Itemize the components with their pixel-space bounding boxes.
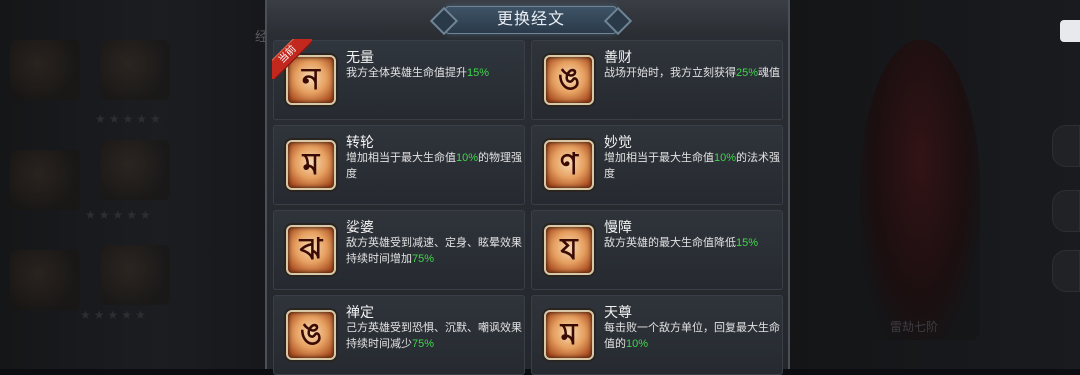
- scripture-name: 慢障: [604, 219, 632, 235]
- scripture-description: 每击败一个敌方单位，回复最大生命值的10%: [604, 320, 782, 352]
- scripture-card-wuliang[interactable]: ন 当前 无量 我方全体英雄生命值提升15%: [272, 39, 525, 120]
- rune-glyph: ণ: [559, 147, 579, 182]
- star-rating: ★★★★★: [80, 308, 149, 322]
- edge-button: [1060, 20, 1080, 42]
- hero-portrait: [100, 245, 170, 305]
- desc-text: 增加相当于最大生命值: [346, 152, 456, 164]
- scripture-card-zhuanlun[interactable]: ম 转轮 增加相当于最大生命值10%的物理强度: [273, 125, 525, 205]
- hero-portrait: [10, 40, 80, 100]
- hero-portrait: [100, 140, 170, 200]
- scripture-description: 敌方英雄的最大生命值降低15%: [604, 235, 782, 251]
- scripture-card-chanding[interactable]: ঙ 禅定 己方英雄受到恐惧、沉默、嘲讽效果持续时间减少75%: [273, 295, 525, 375]
- scripture-name: 转轮: [346, 134, 374, 150]
- scripture-description: 己方英雄受到恐惧、沉默、嘲讽效果持续时间减少75%: [346, 320, 524, 352]
- scripture-card-manzhang[interactable]: য 慢障 敌方英雄的最大生命值降低15%: [531, 210, 783, 290]
- desc-text: 敌方英雄的最大生命值降低: [604, 237, 736, 249]
- star-rating: ★★★★★: [85, 208, 154, 222]
- desc-value: 15%: [736, 237, 759, 249]
- hero-name: 雷劫七阶: [890, 320, 939, 334]
- desc-text: 我方全体英雄生命值提升: [346, 67, 467, 79]
- scripture-icon: ঝ: [286, 225, 336, 275]
- scripture-grid: ন 当前 无量 我方全体英雄生命值提升15% ঙ 善财 战场开始时，我方立刻获得…: [272, 39, 785, 375]
- scripture-description: 增加相当于最大生命值10%的法术强度: [604, 150, 782, 182]
- dialog-header: 更换经文: [267, 0, 788, 36]
- scripture-card-suopo[interactable]: ঝ 娑婆 敌方英雄受到减速、定身、眩晕效果持续时间增加75%: [273, 210, 525, 290]
- desc-value: 10%: [456, 152, 479, 164]
- hero-portrait: [10, 150, 80, 210]
- rune-glyph: ম: [302, 147, 320, 182]
- scripture-name: 妙觉: [604, 134, 632, 150]
- change-scripture-dialog: 更换经文 ন 当前 无量 我方全体英雄生命值提升15% ঙ 善财 战场开始时，我…: [265, 0, 790, 375]
- scripture-description: 战场开始时，我方立刻获得25%魂值: [604, 65, 782, 81]
- scripture-description: 增加相当于最大生命值10%的物理强度: [346, 150, 524, 182]
- hero-preview-background: 雷劫七阶: [790, 0, 1080, 369]
- desc-value: 15%: [467, 67, 490, 79]
- scripture-description: 敌方英雄受到减速、定身、眩晕效果持续时间增加75%: [346, 235, 524, 267]
- side-button: [1052, 190, 1080, 232]
- scripture-description: 我方全体英雄生命值提升15%: [346, 65, 524, 81]
- rune-glyph: য: [560, 232, 578, 267]
- rune-glyph: ঙ: [299, 317, 322, 352]
- star-rating: ★★★★★: [95, 112, 164, 126]
- scripture-icon: ণ: [544, 140, 594, 190]
- scripture-card-shancai[interactable]: ঙ 善财 战场开始时，我方立刻获得25%魂值: [531, 40, 783, 120]
- desc-text: 增加相当于最大生命值: [604, 152, 714, 164]
- hero-portrait: [10, 250, 80, 310]
- desc-value: 75%: [412, 338, 435, 350]
- scripture-name: 无量: [346, 49, 374, 65]
- scripture-icon: ঙ: [544, 55, 594, 105]
- rune-glyph: ঝ: [299, 232, 323, 267]
- scripture-card-tianzun[interactable]: ম 天尊 每击败一个敌方单位，回复最大生命值的10%: [531, 295, 783, 375]
- hero-figure: [860, 40, 980, 340]
- scripture-name: 禅定: [346, 304, 374, 320]
- desc-text: 战场开始时，我方立刻获得: [604, 67, 736, 79]
- rune-glyph: ম: [560, 317, 578, 352]
- scripture-name: 天尊: [604, 304, 632, 320]
- desc-value: 10%: [714, 152, 737, 164]
- hero-portrait: [100, 40, 170, 100]
- scripture-card-miaojue[interactable]: ণ 妙觉 增加相当于最大生命值10%的法术强度: [531, 125, 783, 205]
- current-badge-label: 当前: [272, 39, 312, 79]
- desc-text: 魂值: [758, 67, 781, 79]
- side-button: [1052, 125, 1080, 167]
- current-badge: 当前: [272, 39, 312, 79]
- desc-value: 75%: [412, 253, 435, 265]
- desc-value: 25%: [736, 67, 759, 79]
- scripture-icon: ম: [544, 310, 594, 360]
- dialog-title: 更换经文: [445, 6, 617, 34]
- scripture-icon: য: [544, 225, 594, 275]
- scripture-name: 善财: [604, 49, 632, 65]
- scripture-icon: ঙ: [286, 310, 336, 360]
- desc-value: 10%: [626, 338, 649, 350]
- rune-glyph: ঙ: [557, 62, 580, 97]
- scripture-icon: ম: [286, 140, 336, 190]
- scripture-name: 娑婆: [346, 219, 374, 235]
- side-button: [1052, 250, 1080, 292]
- hero-list-background: 经 ★★★★★ ★★★★★ ★★★★★: [0, 0, 268, 369]
